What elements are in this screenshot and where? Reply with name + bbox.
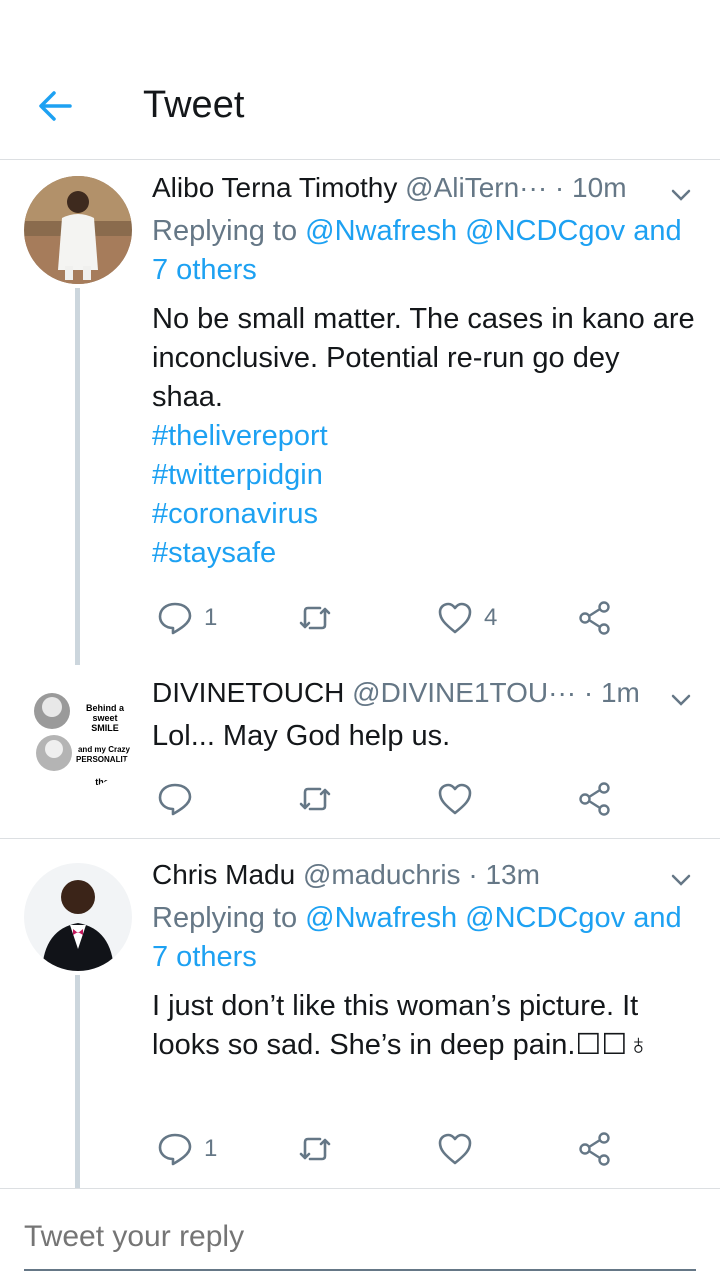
hashtag-link[interactable]: #staysafe	[152, 534, 696, 573]
user-handle[interactable]: @AliTern···	[405, 172, 547, 203]
avatar[interactable]	[24, 176, 132, 284]
mention-link[interactable]: @NCDCgov	[465, 902, 625, 934]
replying-to: Replying to @Nwafresh @NCDCgov and 7 oth…	[152, 899, 696, 977]
reply-input-underline	[24, 1269, 696, 1271]
reply-icon	[158, 783, 192, 816]
user-handle[interactable]: @DIVINE1TOU···	[352, 677, 576, 708]
timestamp: 1m	[600, 677, 640, 708]
like-button[interactable]	[436, 779, 484, 819]
separator: ·	[460, 859, 486, 890]
heart-icon	[438, 1133, 472, 1165]
separator: ·	[547, 172, 573, 203]
tweet-header: Chris Madu @maduchris · 13m	[152, 857, 654, 893]
user-handle[interactable]: @maduchris	[303, 859, 461, 890]
tweet-alibo[interactable]: Alibo Terna Timothy @AliTern··· · 10m Re…	[0, 160, 720, 665]
timestamp: 10m	[572, 172, 627, 203]
avatar-caption: the	[95, 777, 109, 787]
like-button[interactable]: 4	[436, 598, 497, 638]
chevron-down-icon[interactable]	[666, 685, 696, 715]
page-title: Tweet	[143, 84, 245, 126]
heart-icon	[438, 602, 472, 634]
hashtag-link[interactable]: #coronavirus	[152, 495, 696, 534]
share-button[interactable]	[576, 598, 614, 638]
replying-to: Replying to @Nwafresh @NCDCgov and 7 oth…	[152, 212, 696, 290]
back-button[interactable]	[30, 82, 82, 130]
hashtag-link[interactable]: #twitterpidgin	[152, 456, 696, 495]
display-name[interactable]: DIVINETOUCH	[152, 677, 344, 708]
display-name[interactable]: Chris Madu	[152, 859, 295, 890]
tweet-divinetouch[interactable]: Behind a sweet SMILE and my Crazy PERSON…	[0, 665, 720, 838]
reply-icon	[158, 1133, 192, 1166]
mention-link[interactable]: @Nwafresh	[305, 902, 457, 934]
retweet-button[interactable]	[296, 779, 344, 819]
avatar[interactable]	[24, 863, 132, 971]
reply-button[interactable]: 1	[156, 598, 217, 638]
mention-link[interactable]: @Nwafresh	[305, 215, 457, 247]
hashtag-link[interactable]: #thelivereport	[152, 417, 696, 456]
share-icon	[579, 782, 610, 816]
tweet-actions	[152, 779, 632, 819]
like-button[interactable]	[436, 1129, 484, 1169]
timestamp: 13m	[485, 859, 540, 890]
avatar[interactable]: Behind a sweet SMILE and my Crazy PERSON…	[24, 681, 132, 789]
reply-input[interactable]	[24, 1211, 696, 1263]
arrow-left-icon	[39, 91, 72, 121]
retweet-icon	[299, 1137, 331, 1161]
retweet-button[interactable]	[296, 598, 344, 638]
reply-count: 1	[204, 604, 218, 631]
hashtag-list: #thelivereport #twitterpidgin #coronavir…	[152, 417, 696, 573]
separator: ·	[576, 677, 601, 708]
reply-bar	[0, 1188, 720, 1280]
tweet-header: DIVINETOUCH @DIVINE1TOU··· · 1m	[152, 675, 654, 711]
tweet-actions: 1	[152, 1129, 632, 1169]
tweet-chris-madu[interactable]: Chris Madu @maduchris · 13m Replying to …	[0, 839, 720, 1188]
tweet-text: No be small matter. The cases in kano ar…	[152, 303, 695, 413]
chevron-down-icon[interactable]	[666, 865, 696, 895]
retweet-button[interactable]	[296, 1129, 344, 1169]
thread-line	[75, 288, 80, 665]
tweet-header: Alibo Terna Timothy @AliTern··· · 10m	[152, 170, 654, 206]
retweet-icon	[299, 606, 331, 630]
chevron-down-icon[interactable]	[666, 180, 696, 210]
share-icon	[579, 601, 610, 635]
heart-icon	[438, 783, 472, 815]
avatar-caption: Behind a sweet SMILE	[85, 703, 124, 733]
reply-count: 1	[204, 1135, 218, 1162]
top-bar: Tweet	[0, 0, 720, 160]
share-button[interactable]	[576, 1129, 614, 1169]
tweet-actions: 1 4	[152, 598, 632, 638]
reply-button[interactable]: 1	[156, 1129, 217, 1169]
reply-button[interactable]	[156, 779, 204, 819]
share-button[interactable]	[576, 779, 614, 819]
mention-link[interactable]: @NCDCgov	[465, 215, 625, 247]
tweet-text: I just don’t like this woman’s picture. …	[152, 990, 650, 1061]
avatar-caption: and my Crazy PERSONALITY	[76, 745, 132, 764]
thread-line	[75, 975, 80, 1188]
share-icon	[579, 1132, 610, 1166]
replying-prefix: Replying to	[152, 902, 306, 934]
replying-prefix: Replying to	[152, 215, 306, 247]
reply-icon	[158, 602, 192, 635]
display-name[interactable]: Alibo Terna Timothy	[152, 172, 397, 203]
retweet-icon	[299, 787, 331, 811]
like-count: 4	[484, 604, 498, 631]
tweet-text: Lol... May God help us.	[152, 720, 451, 752]
